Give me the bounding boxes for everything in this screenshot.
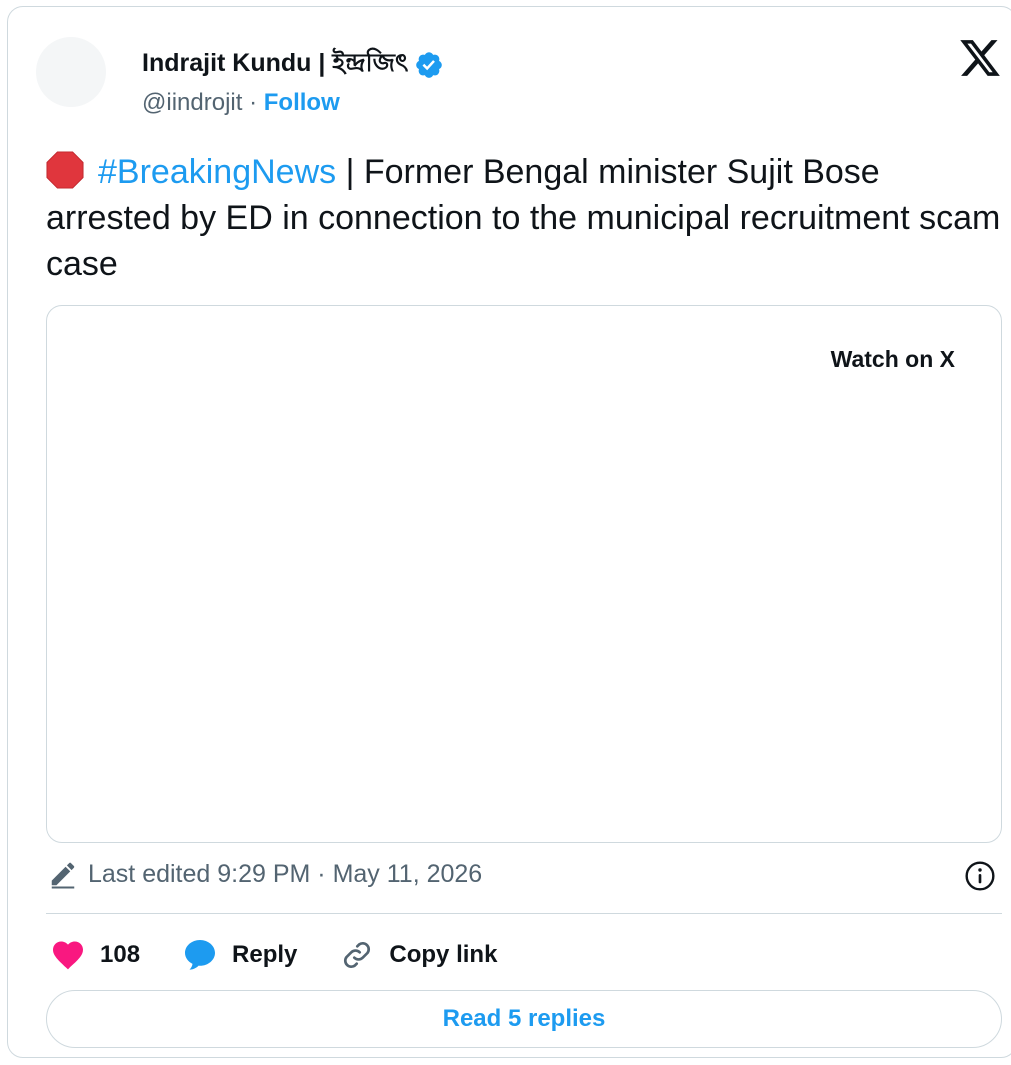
stop-sign-icon	[46, 151, 84, 189]
verified-badge-icon	[416, 51, 443, 78]
author-handle-row: @iindrojit · Follow	[142, 89, 340, 117]
read-replies-button[interactable]: Read 5 replies	[46, 990, 1002, 1048]
like-button[interactable]: 108	[50, 937, 140, 973]
action-bar: 108 Reply Copy link	[50, 933, 539, 977]
separator-dot: ·	[249, 89, 258, 116]
reply-button[interactable]: Reply	[182, 937, 297, 973]
like-count: 108	[100, 941, 141, 968]
link-icon	[344, 941, 371, 969]
embedded-tweet-card: Indrajit Kundu | ইন্দ্রজিৎ @iindrojit · …	[7, 6, 1011, 1058]
author-name-row[interactable]: Indrajit Kundu | ইন্দ্রজিৎ	[142, 43, 444, 86]
read-replies-label: Read 5 replies	[442, 1005, 606, 1032]
video-media[interactable]: Watch on X	[46, 305, 1002, 843]
reply-label: Reply	[232, 941, 298, 968]
reply-bubble-icon	[185, 940, 216, 970]
avatar[interactable]	[36, 37, 106, 107]
copy-link-label: Copy link	[389, 941, 498, 968]
hashtag-link[interactable]: #BreakingNews	[98, 153, 336, 191]
edited-meta[interactable]: Last edited 9:29 PM · May 11, 2026	[48, 859, 482, 889]
author-name[interactable]: Indrajit Kundu | ইন্দ্রজিৎ	[142, 43, 408, 86]
edited-timestamp[interactable]: Last edited 9:29 PM · May 11, 2026	[88, 860, 482, 889]
follow-button[interactable]: Follow	[264, 89, 340, 116]
divider	[46, 913, 1002, 914]
tweet-text: #BreakingNews | Former Bengal minister S…	[46, 149, 1006, 287]
copy-link-button[interactable]: Copy link	[339, 937, 497, 973]
watch-on-x-link[interactable]: Watch on X	[831, 346, 955, 373]
info-icon[interactable]	[964, 860, 996, 892]
author-handle[interactable]: @iindrojit	[142, 89, 242, 116]
pencil-icon	[51, 862, 75, 889]
x-logo-icon[interactable]	[958, 36, 1002, 80]
heart-icon	[53, 941, 83, 970]
